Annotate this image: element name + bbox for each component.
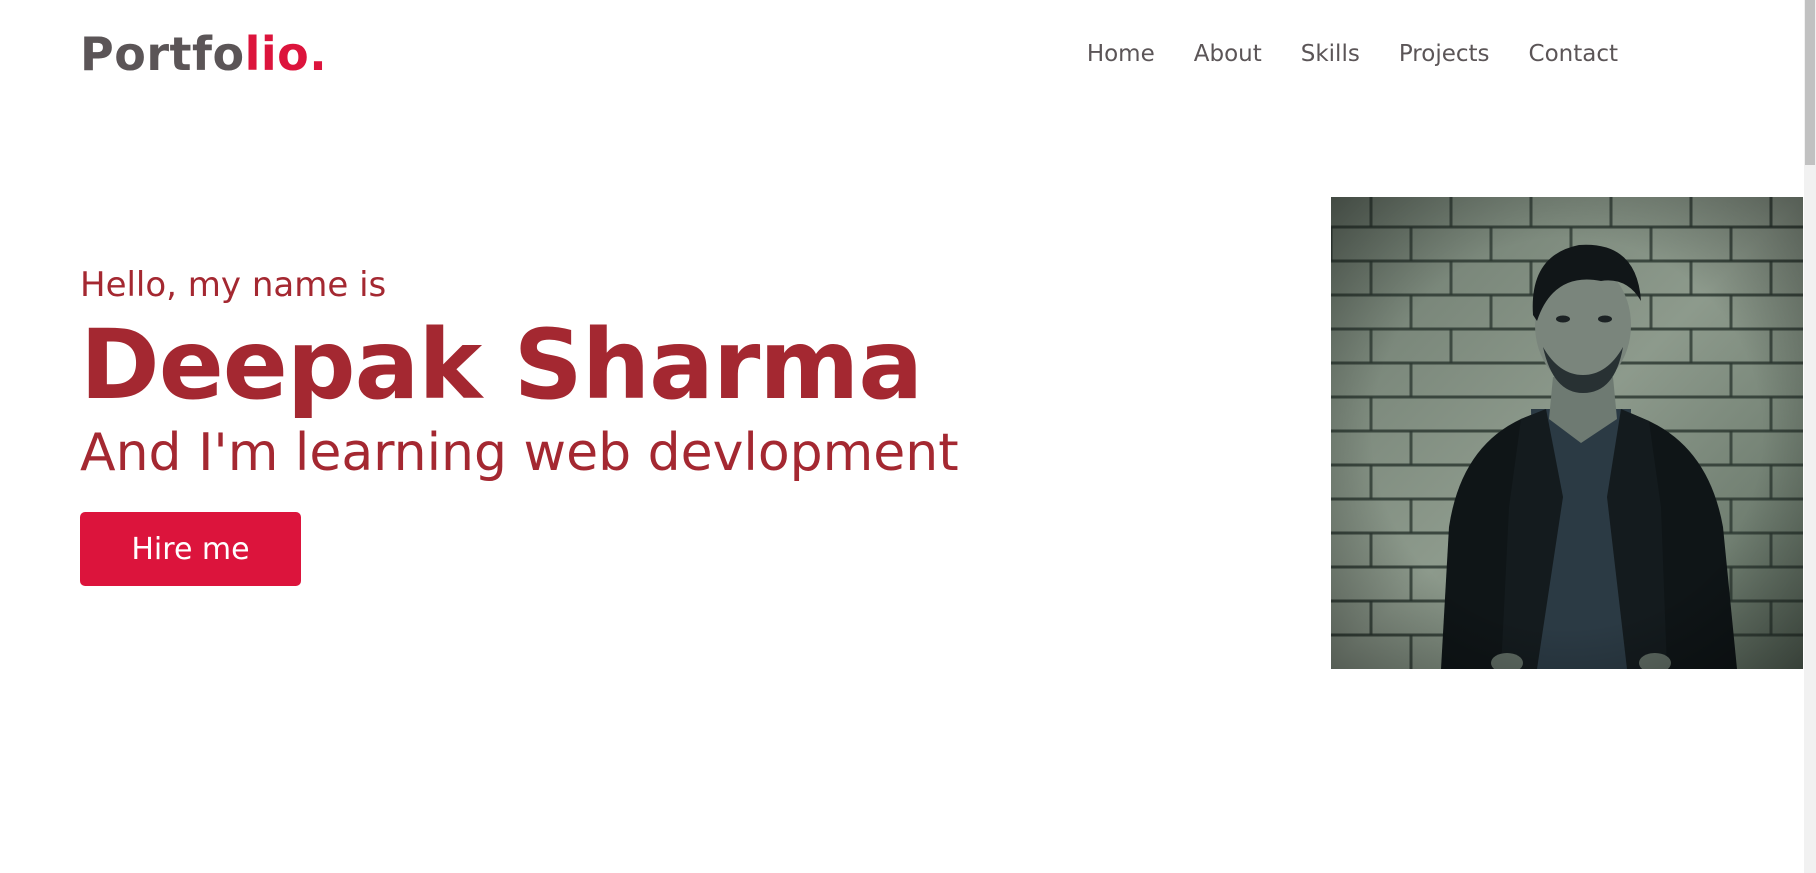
scrollbar-thumb[interactable] xyxy=(1805,0,1815,165)
hero-name: Deepak Sharma xyxy=(80,309,923,421)
hero-tagline: And I'm learning web devlopment xyxy=(80,423,959,483)
nav-link-skills[interactable]: Skills xyxy=(1301,41,1360,67)
hire-me-button[interactable]: Hire me xyxy=(80,512,301,586)
page-scrollbar[interactable] xyxy=(1804,0,1816,873)
navbar: Portfolio. Home About Skills Projects Co… xyxy=(0,0,1804,110)
nav-link-contact[interactable]: Contact xyxy=(1529,41,1618,67)
nav-item-about: About xyxy=(1194,38,1262,70)
nav-menu: Home About Skills Projects Contact xyxy=(1087,38,1618,70)
nav-link-about[interactable]: About xyxy=(1194,41,1262,67)
profile-photo xyxy=(1331,197,1803,669)
logo-accent-text: lio. xyxy=(244,27,328,81)
logo[interactable]: Portfolio. xyxy=(80,28,327,80)
hero-greeting: Hello, my name is xyxy=(80,265,387,305)
nav-item-home: Home xyxy=(1087,38,1155,70)
page: Portfolio. Home About Skills Projects Co… xyxy=(0,0,1816,873)
nav-link-projects[interactable]: Projects xyxy=(1399,41,1490,67)
nav-item-projects: Projects xyxy=(1399,38,1490,70)
nav-item-skills: Skills xyxy=(1301,38,1360,70)
profile-photo-image xyxy=(1331,197,1803,669)
logo-text: Portfo xyxy=(80,27,245,81)
hero-section: Hello, my name is Deepak Sharma And I'm … xyxy=(80,262,959,586)
nav-link-home[interactable]: Home xyxy=(1087,41,1155,67)
nav-item-contact: Contact xyxy=(1529,38,1618,70)
